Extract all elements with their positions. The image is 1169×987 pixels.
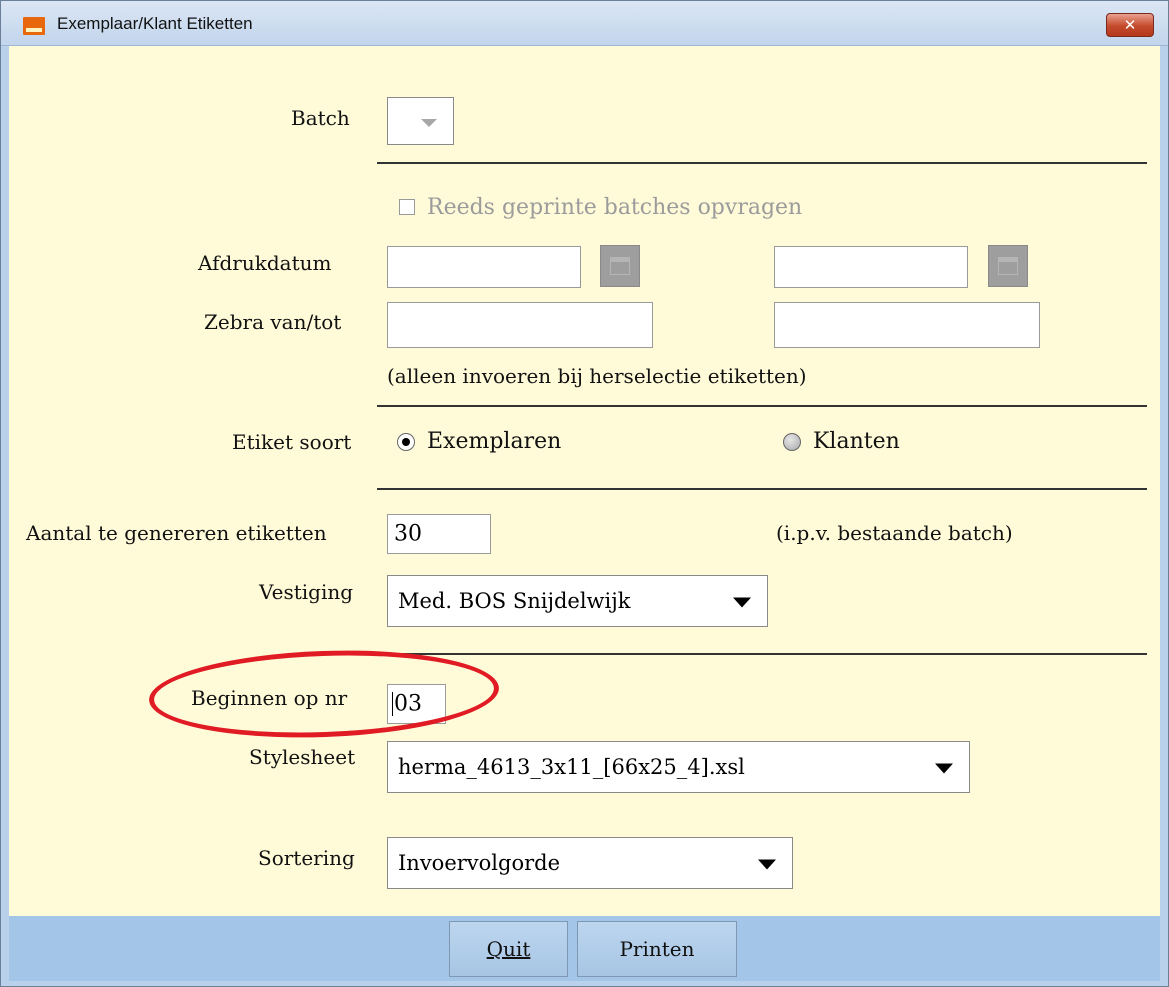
separator-1 [377,162,1147,164]
reprinted-checkbox[interactable] [399,199,415,215]
batch-label: Batch [291,106,350,130]
radio-exemplaren-label: Exemplaren [427,429,562,454]
chevron-down-icon [733,597,751,608]
count-input[interactable]: 30 [387,514,491,554]
print-button-label: Printen [619,937,695,961]
sort-label: Sortering [258,846,355,870]
batch-select[interactable] [387,97,454,145]
stylesheet-select[interactable]: herma_4613_3x11_[66x25_4].xsl [387,741,970,793]
branch-label: Vestiging [259,580,354,604]
stylesheet-value: herma_4613_3x11_[66x25_4].xsl [398,755,745,779]
sort-select[interactable]: Invoervolgorde [387,837,793,889]
app-icon [23,17,45,35]
dialog-window: Exemplaar/Klant Etiketten ✕ Batch Reeds … [0,0,1169,987]
print-button[interactable]: Printen [577,921,737,977]
stylesheet-label: Stylesheet [249,745,356,769]
branch-select[interactable]: Med. BOS Snijdelwijk [387,575,768,627]
separator-4 [377,653,1147,655]
quit-button-label: Quit [486,937,531,961]
branch-value: Med. BOS Snijdelwijk [398,589,631,613]
quit-button[interactable]: Quit [449,921,568,977]
count-note: (i.p.v. bestaande batch) [776,521,1013,545]
chevron-down-icon [421,119,437,127]
reprinted-label: Reeds geprinte batches opvragen [427,195,803,220]
sort-value: Invoervolgorde [398,851,561,875]
chevron-down-icon [935,763,953,774]
print-date-from-input[interactable] [387,246,581,288]
title-bar[interactable]: Exemplaar/Klant Etiketten ✕ [1,1,1168,46]
zebra-from-input[interactable] [387,302,653,348]
zebra-label: Zebra van/tot [204,310,342,334]
reselect-note: (alleen invoeren bij herselectie etikett… [387,364,807,388]
separator-2 [377,405,1147,407]
radio-klanten[interactable] [783,433,801,451]
chevron-down-icon [758,859,776,870]
print-date-label: Afdrukdatum [198,251,332,275]
label-type-label: Etiket soort [232,430,352,454]
window-title: Exemplaar/Klant Etiketten [57,14,253,33]
calendar-icon[interactable] [600,245,640,287]
print-date-to-input[interactable] [774,246,968,288]
radio-exemplaren[interactable] [397,433,415,451]
count-label: Aantal te genereren etiketten [26,521,327,545]
separator-3 [377,488,1147,490]
zebra-to-input[interactable] [774,302,1040,348]
radio-klanten-label: Klanten [813,429,900,454]
close-button[interactable]: ✕ [1106,13,1154,37]
calendar-icon[interactable] [988,245,1028,287]
